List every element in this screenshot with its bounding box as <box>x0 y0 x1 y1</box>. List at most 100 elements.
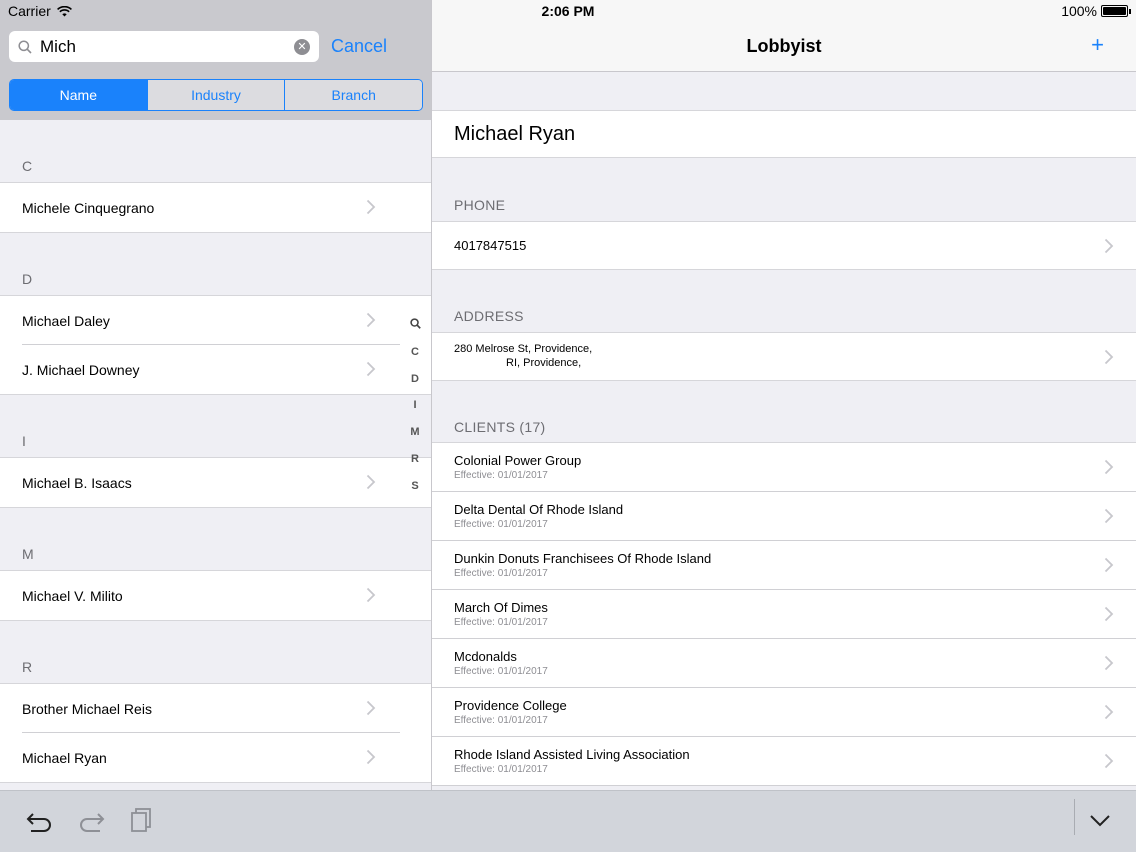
list-item-label: J. Michael Downey <box>22 361 140 378</box>
phone-number: 4017847515 <box>454 238 527 253</box>
client-row[interactable]: Mcdonalds Effective: 01/01/2017 <box>432 639 1136 688</box>
lobbyist-detail-pane: Lobbyist + Michael Ryan PHONE 4017847515… <box>432 0 1136 790</box>
list-item-label: Michele Cinquegrano <box>22 199 155 216</box>
address-line-1: 280 Melrose St, Providence, <box>454 343 593 355</box>
section-header-r: R <box>22 659 33 675</box>
chevron-right-icon <box>366 312 376 328</box>
chevron-right-icon <box>1104 557 1114 573</box>
chevron-right-icon <box>1104 704 1114 720</box>
address-row[interactable]: 280 Melrose St, Providence, RI, Providen… <box>432 332 1136 381</box>
list-item[interactable]: J. Michael Downey <box>0 345 431 394</box>
client-row[interactable]: March Of Dimes Effective: 01/01/2017 <box>432 590 1136 639</box>
battery-icon <box>1101 5 1131 17</box>
search-scope-control: Name Industry Branch <box>9 79 423 111</box>
redo-icon[interactable] <box>76 805 106 835</box>
chevron-right-icon <box>1104 606 1114 622</box>
clients-section-header: CLIENTS (17) <box>454 419 546 435</box>
list-item-label: Michael Ryan <box>22 749 107 766</box>
section-group-r: Brother Michael Reis Michael Ryan <box>0 683 431 783</box>
lobbyist-name: Michael Ryan <box>432 110 1136 158</box>
battery-indicator: 100% <box>1061 3 1131 19</box>
section-index[interactable]: C D I M R S <box>405 318 425 506</box>
client-name: Dunkin Donuts Franchisees Of Rhode Islan… <box>454 551 712 566</box>
list-item[interactable]: Michele Cinquegrano <box>0 183 431 232</box>
battery-percent: 100% <box>1061 3 1097 19</box>
client-effective-date: Effective: 01/01/2017 <box>454 715 548 726</box>
segment-name[interactable]: Name <box>10 80 147 110</box>
section-group-d: Michael Daley J. Michael Downey <box>0 295 431 395</box>
status-time: 2:06 PM <box>541 3 595 19</box>
index-search-icon[interactable] <box>405 318 425 345</box>
index-letter-m[interactable]: M <box>405 425 425 452</box>
client-effective-date: Effective: 01/01/2017 <box>454 568 548 579</box>
client-name: Mcdonalds <box>454 649 517 664</box>
list-item-label: Michael B. Isaacs <box>22 474 132 491</box>
paste-icon[interactable] <box>127 805 157 835</box>
index-letter-r[interactable]: R <box>405 452 425 479</box>
chevron-right-icon <box>1104 508 1114 524</box>
clear-search-icon[interactable]: ✕ <box>294 39 310 55</box>
section-header-d: D <box>22 271 33 287</box>
toolbar-divider <box>1074 799 1075 835</box>
section-group-m: Michael V. Milito <box>0 570 431 621</box>
chevron-right-icon <box>366 361 376 377</box>
undo-icon[interactable] <box>25 805 55 835</box>
client-row[interactable]: Colonial Power Group Effective: 01/01/20… <box>432 443 1136 492</box>
cancel-button[interactable]: Cancel <box>331 36 387 57</box>
list-item-label: Brother Michael Reis <box>22 700 152 717</box>
list-item-label: Michael Daley <box>22 312 110 329</box>
section-header-m: M <box>22 546 34 562</box>
client-row[interactable]: Delta Dental Of Rhode Island Effective: … <box>432 492 1136 541</box>
client-effective-date: Effective: 01/01/2017 <box>454 519 548 530</box>
client-name: Colonial Power Group <box>454 453 582 468</box>
chevron-right-icon <box>1104 753 1114 769</box>
phone-row[interactable]: 4017847515 <box>432 221 1136 270</box>
section-header-i: I <box>22 433 26 449</box>
list-item[interactable]: Brother Michael Reis <box>0 684 431 733</box>
chevron-right-icon <box>1104 349 1114 365</box>
address-line-2: RI, Providence, <box>506 357 582 369</box>
section-header-c: C <box>22 158 33 174</box>
chevron-right-icon <box>1104 459 1114 475</box>
search-icon <box>17 39 33 55</box>
page-title: Lobbyist <box>746 36 822 56</box>
list-item[interactable]: Michael V. Milito <box>0 571 431 620</box>
segment-branch[interactable]: Branch <box>284 80 422 110</box>
add-button[interactable]: + <box>1091 34 1104 56</box>
client-effective-date: Effective: 01/01/2017 <box>454 470 548 481</box>
client-row[interactable]: Providence College Effective: 01/01/2017 <box>432 688 1136 737</box>
segment-industry[interactable]: Industry <box>146 80 285 110</box>
client-effective-date: Effective: 01/01/2017 <box>454 764 548 775</box>
lobbyist-list: C Michele Cinquegrano D Michael Daley J.… <box>0 120 431 783</box>
dismiss-keyboard-icon[interactable] <box>1085 805 1115 835</box>
index-letter-d[interactable]: D <box>405 372 425 399</box>
client-row[interactable]: Dunkin Donuts Franchisees Of Rhode Islan… <box>432 541 1136 590</box>
index-letter-i[interactable]: I <box>405 398 425 425</box>
index-letter-c[interactable]: C <box>405 345 425 372</box>
list-item-label: Michael V. Milito <box>22 587 123 604</box>
shortcut-toolbar <box>0 790 1136 852</box>
chevron-right-icon <box>366 199 376 215</box>
section-group-i: Michael B. Isaacs <box>0 457 431 508</box>
address-section-header: ADDRESS <box>454 308 524 324</box>
chevron-right-icon <box>366 749 376 765</box>
list-item[interactable]: Michael Ryan <box>0 733 431 782</box>
client-name: Providence College <box>454 698 567 713</box>
index-letter-s[interactable]: S <box>405 479 425 506</box>
chevron-right-icon <box>1104 238 1114 254</box>
lobbyist-list-pane: ✕ Cancel Name Industry Branch C Michele … <box>0 0 432 790</box>
client-name: Rhode Island Assisted Living Association <box>454 747 690 762</box>
section-group-c: Michele Cinquegrano <box>0 182 431 233</box>
client-name: March Of Dimes <box>454 600 548 615</box>
list-item[interactable]: Michael Daley <box>0 296 431 345</box>
list-item[interactable]: Michael B. Isaacs <box>0 458 431 507</box>
phone-section-header: PHONE <box>454 197 506 213</box>
search-input[interactable] <box>40 36 280 57</box>
status-bar: Carrier 2:06 PM 100% <box>0 0 1136 22</box>
search-bar[interactable]: ✕ <box>9 31 319 62</box>
client-row[interactable]: Rhode Island Assisted Living Association… <box>432 737 1136 786</box>
clients-list: Colonial Power Group Effective: 01/01/20… <box>432 442 1136 786</box>
chevron-right-icon <box>366 474 376 490</box>
client-effective-date: Effective: 01/01/2017 <box>454 617 548 628</box>
chevron-right-icon <box>366 700 376 716</box>
